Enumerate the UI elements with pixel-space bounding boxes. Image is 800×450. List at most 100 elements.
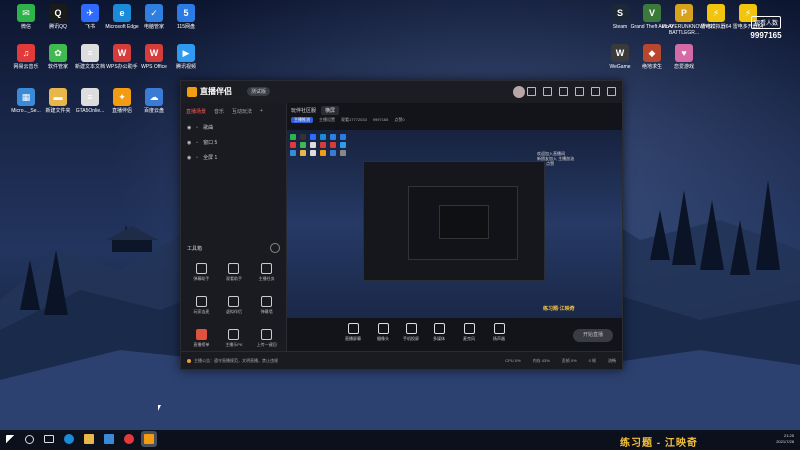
more-icon[interactable] — [270, 243, 280, 253]
control-icon — [347, 323, 359, 334]
preview-desktop-icons — [290, 134, 348, 156]
control-button[interactable]: 摄像头 — [371, 323, 395, 342]
task-view-icon[interactable] — [44, 435, 54, 443]
avatar[interactable] — [513, 86, 525, 98]
app-icon: ≡ — [81, 88, 99, 106]
desktop-icon-label: 百度云盘 — [143, 108, 164, 114]
control-label: 手机投屏 — [403, 336, 419, 341]
search-icon[interactable] — [25, 434, 34, 444]
control-button[interactable]: 扬声器 — [487, 323, 511, 342]
settings-link[interactable]: 主播设置 — [319, 117, 335, 123]
app-icon: ▬ — [49, 88, 67, 106]
eye-icon[interactable]: ◉ — [187, 140, 191, 146]
control-button[interactable]: 麦克风 — [457, 323, 481, 342]
app-icon: ≡ — [81, 44, 99, 62]
desktop-icon[interactable]: ▶ 腾讯视频 — [164, 44, 208, 70]
nested-app-preview-2 — [408, 186, 518, 260]
music-icon[interactable] — [124, 434, 134, 444]
minimize-icon[interactable] — [591, 87, 600, 96]
control-label: 麦克风 — [463, 336, 475, 341]
lock-icon[interactable]: ▫ — [196, 155, 198, 161]
tool-label: 弹幕墙 — [260, 309, 273, 314]
tool-item[interactable]: 弹幕助手 — [185, 263, 218, 282]
control-button[interactable]: 多媒体 — [427, 323, 451, 342]
status-notice-text: 主播公告：遵守直播规范，文明直播，禁止违规 — [194, 358, 278, 363]
app-icon: W — [113, 44, 131, 62]
streaming-app-window: 直播伴侣 测试版 直播场景 音乐 互动玩法 + ◉ ▫ 歌曲 ◉ ▫ 窗口 5 — [180, 80, 623, 370]
mail-icon[interactable] — [543, 87, 552, 96]
room-id: 观看17772033 — [341, 117, 367, 122]
control-icon — [405, 323, 417, 334]
tool-icon — [195, 296, 207, 307]
control-button[interactable]: 直播屏幕 — [341, 323, 365, 342]
stat: CPU 0% — [505, 358, 521, 363]
tool-item[interactable]: 玩家连麦 — [185, 296, 218, 315]
status-notice: 主播公告：遵守直播规范，文明直播，禁止违规 — [187, 358, 278, 364]
tool-item[interactable]: 弹幕墙 — [250, 296, 283, 315]
scene-tab[interactable]: 横屏 — [321, 106, 340, 115]
desktop-icon[interactable]: ☁ 百度云盘 — [132, 88, 176, 114]
control-button[interactable]: 手机投屏 — [399, 323, 423, 342]
tab-scene[interactable]: 直播场景 — [186, 108, 206, 115]
start-icon[interactable] — [6, 434, 15, 444]
desktop-icon-label: 恋爱游戏 — [673, 64, 694, 70]
viewer-counter: 观看人数 9997165 — [738, 12, 794, 40]
eye-icon[interactable]: ◉ — [187, 155, 191, 161]
menu-icon[interactable] — [575, 87, 584, 96]
tab-music[interactable]: 音乐 — [214, 108, 224, 115]
app-icon: 5 — [177, 4, 195, 22]
eye-icon[interactable]: ◉ — [187, 125, 191, 131]
app-icon: ♫ — [17, 44, 35, 62]
app-icon: ✈ — [81, 4, 99, 22]
lock-icon[interactable]: ▫ — [196, 140, 198, 146]
viewer-value: 9997165 — [372, 117, 389, 122]
close-icon[interactable] — [607, 87, 616, 96]
tool-icon — [195, 263, 207, 274]
app-icon: ✉ — [17, 4, 35, 22]
like-value: 点赞0 — [394, 117, 405, 122]
app-header: 直播伴侣 测试版 — [181, 81, 622, 103]
control-icon — [493, 323, 505, 334]
start-live-button[interactable]: 开始直播 — [573, 329, 613, 342]
streaming-app-taskbar-icon[interactable] — [144, 434, 154, 444]
taskbar-icons — [6, 434, 154, 444]
source-label: 窗口 5 — [203, 140, 218, 146]
tool-label: 玩家连麦 — [193, 309, 210, 314]
viewer-label: 观看人数 — [750, 16, 781, 29]
taskbar-brand: 练习题 - 江映奇 — [620, 438, 698, 449]
push-button[interactable]: 主播推流 — [291, 117, 313, 123]
desktop-icon[interactable]: 5 115网盘 — [164, 4, 208, 30]
tool-item[interactable]: 主播任务 — [250, 263, 283, 282]
add-icon[interactable]: + — [260, 108, 263, 115]
tab-interaction[interactable]: 互动玩法 — [232, 108, 252, 115]
app-icon: ▶ — [177, 44, 195, 62]
desktop-icon[interactable]: ♥ 恋爱游戏 — [662, 44, 706, 70]
app-icon: ▦ — [17, 88, 35, 106]
tool-icon — [228, 263, 240, 274]
edge-icon[interactable] — [64, 434, 74, 444]
version-badge: 测试版 — [247, 87, 271, 96]
bottom-controls: 直播屏幕 摄像头 手机投屏 多媒体 麦克风 扬声器 — [181, 323, 622, 349]
lock-icon[interactable]: ▫ — [196, 125, 198, 131]
source-item[interactable]: ◉ ▫ 歌曲 — [181, 120, 286, 135]
source-item[interactable]: ◉ ▫ 全屏 1 — [181, 150, 286, 165]
source-label: 歌曲 — [203, 125, 214, 131]
tool-item[interactable]: 虚拟伴侣 — [218, 296, 251, 315]
gift-icon[interactable] — [527, 87, 536, 96]
clock-date[interactable]: 2021/7/28 — [776, 439, 794, 445]
stat: 丢帧 0% — [561, 358, 577, 363]
stream-preview[interactable]: 欢迎加入直播间 新朋友加入 主播加油 关注 点赞 练习题·江映奇 — [287, 130, 622, 318]
store-icon[interactable] — [104, 434, 114, 444]
source-item[interactable]: ◉ ▫ 窗口 5 — [181, 135, 286, 150]
scene-tab[interactable]: 玩伴社区服 — [291, 107, 316, 114]
app-icon: ⚡ — [707, 4, 725, 22]
folder-icon[interactable] — [84, 434, 94, 444]
system-tray: 21:25 2021/7/28 — [776, 433, 794, 445]
tool-item[interactable]: 观看助手 — [218, 263, 251, 282]
shirt-icon[interactable] — [559, 87, 568, 96]
tool-label: 观看助手 — [225, 276, 242, 281]
app-icon: ♥ — [675, 44, 693, 62]
scene-bar: 玩伴社区服 横屏 — [291, 106, 340, 115]
app-icon: ✿ — [49, 44, 67, 62]
window-controls — [527, 87, 616, 96]
